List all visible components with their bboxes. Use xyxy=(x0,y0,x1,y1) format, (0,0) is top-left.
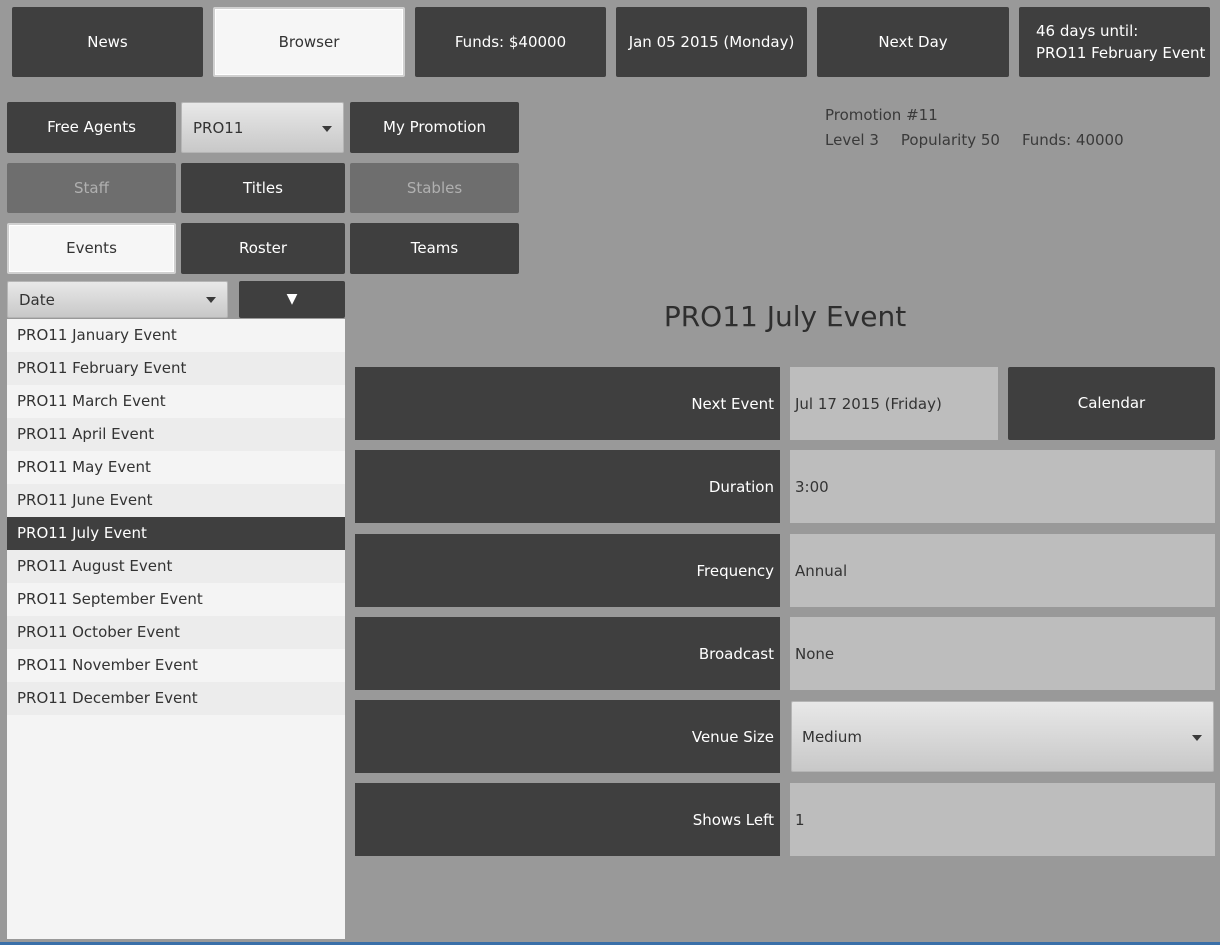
sort-direction-icon: ▼ xyxy=(286,291,298,307)
event-list-item[interactable]: PRO11 September Event xyxy=(7,583,345,616)
chevron-down-icon xyxy=(206,297,216,303)
promotion-funds: Funds: 40000 xyxy=(1021,131,1124,149)
event-list-item[interactable]: PRO11 March Event xyxy=(7,385,345,418)
funds-button[interactable]: Funds: $40000 xyxy=(415,7,606,77)
upcoming-event-button[interactable]: 46 days until: PRO11 February Event xyxy=(1019,7,1210,77)
current-date-button[interactable]: Jan 05 2015 (Monday) xyxy=(616,7,807,77)
calendar-label: Calendar xyxy=(1077,394,1146,413)
browser-button[interactable]: Browser xyxy=(213,7,405,77)
promotion-select[interactable]: PRO11 xyxy=(181,102,344,153)
promotion-select-value: PRO11 xyxy=(193,118,244,137)
teams-label: Teams xyxy=(410,239,459,258)
upcoming-event-text: 46 days until: PRO11 February Event xyxy=(1036,20,1205,65)
duration-value: 3:00 xyxy=(790,450,1215,523)
news-label: News xyxy=(87,32,128,51)
shows-left-label: Shows Left xyxy=(355,783,780,856)
venue-size-label: Venue Size xyxy=(355,700,780,773)
event-list-item[interactable]: PRO11 October Event xyxy=(7,616,345,649)
promotion-name: Promotion #11 xyxy=(825,106,938,124)
browser-label: Browser xyxy=(278,32,340,51)
event-list-item[interactable]: PRO11 February Event xyxy=(7,352,345,385)
chevron-down-icon xyxy=(1192,735,1202,741)
stables-label: Stables xyxy=(406,178,463,197)
event-list-item[interactable]: PRO11 November Event xyxy=(7,649,345,682)
chevron-down-icon xyxy=(322,126,332,132)
my-promotion-label: My Promotion xyxy=(383,118,486,137)
news-button[interactable]: News xyxy=(12,7,203,77)
funds-label: Funds: $40000 xyxy=(454,32,567,51)
broadcast-label: Broadcast xyxy=(355,617,780,690)
shows-left-value: 1 xyxy=(790,783,1215,856)
event-list-item[interactable]: PRO11 July Event xyxy=(7,517,345,550)
duration-label: Duration xyxy=(355,450,780,523)
frequency-value: Annual xyxy=(790,534,1215,607)
event-list-item[interactable]: PRO11 May Event xyxy=(7,451,345,484)
events-list: PRO11 January Event PRO11 February Event P… xyxy=(7,319,345,939)
current-date-label: Jan 05 2015 (Monday) xyxy=(628,32,795,51)
promotion-level: Level 3 xyxy=(825,131,879,149)
stables-button[interactable]: Stables xyxy=(350,163,519,213)
staff-button[interactable]: Staff xyxy=(7,163,176,213)
events-label: Events xyxy=(66,239,117,258)
event-list-item[interactable]: PRO11 June Event xyxy=(7,484,345,517)
events-button[interactable]: Events xyxy=(7,223,176,274)
teams-button[interactable]: Teams xyxy=(350,223,519,274)
sort-direction-button[interactable]: ▼ xyxy=(239,281,345,318)
my-promotion-button[interactable]: My Promotion xyxy=(350,102,519,153)
free-agents-button[interactable]: Free Agents xyxy=(7,102,176,153)
promotion-popularity: Popularity 50 xyxy=(900,131,1000,149)
venue-size-value: Medium xyxy=(802,727,862,746)
sort-field-select[interactable]: Date xyxy=(7,281,228,318)
next-day-button[interactable]: Next Day xyxy=(817,7,1009,77)
promotion-stats: Level 3 Popularity 50 Funds: 40000 xyxy=(825,131,1124,149)
upcoming-event-name: PRO11 February Event xyxy=(1036,44,1206,62)
titles-button[interactable]: Titles xyxy=(181,163,345,213)
broadcast-value: None xyxy=(790,617,1215,690)
event-list-item[interactable]: PRO11 January Event xyxy=(7,319,345,352)
frequency-label: Frequency xyxy=(355,534,780,607)
calendar-button[interactable]: Calendar xyxy=(1008,367,1215,440)
free-agents-label: Free Agents xyxy=(47,118,136,137)
sort-field-value: Date xyxy=(19,290,55,309)
event-title: PRO11 July Event xyxy=(663,300,907,333)
titles-label: Titles xyxy=(243,178,283,197)
roster-button[interactable]: Roster xyxy=(181,223,345,274)
staff-label: Staff xyxy=(74,178,109,197)
event-list-item[interactable]: PRO11 August Event xyxy=(7,550,345,583)
next-day-label: Next Day xyxy=(878,32,948,51)
event-list-item[interactable]: PRO11 April Event xyxy=(7,418,345,451)
venue-size-select[interactable]: Medium xyxy=(791,701,1214,772)
upcoming-days-label: 46 days until: xyxy=(1036,21,1139,40)
event-list-item[interactable]: PRO11 December Event xyxy=(7,682,345,715)
next-event-value: Jul 17 2015 (Friday) xyxy=(790,367,998,440)
roster-label: Roster xyxy=(238,239,288,258)
next-event-label: Next Event xyxy=(355,367,780,440)
